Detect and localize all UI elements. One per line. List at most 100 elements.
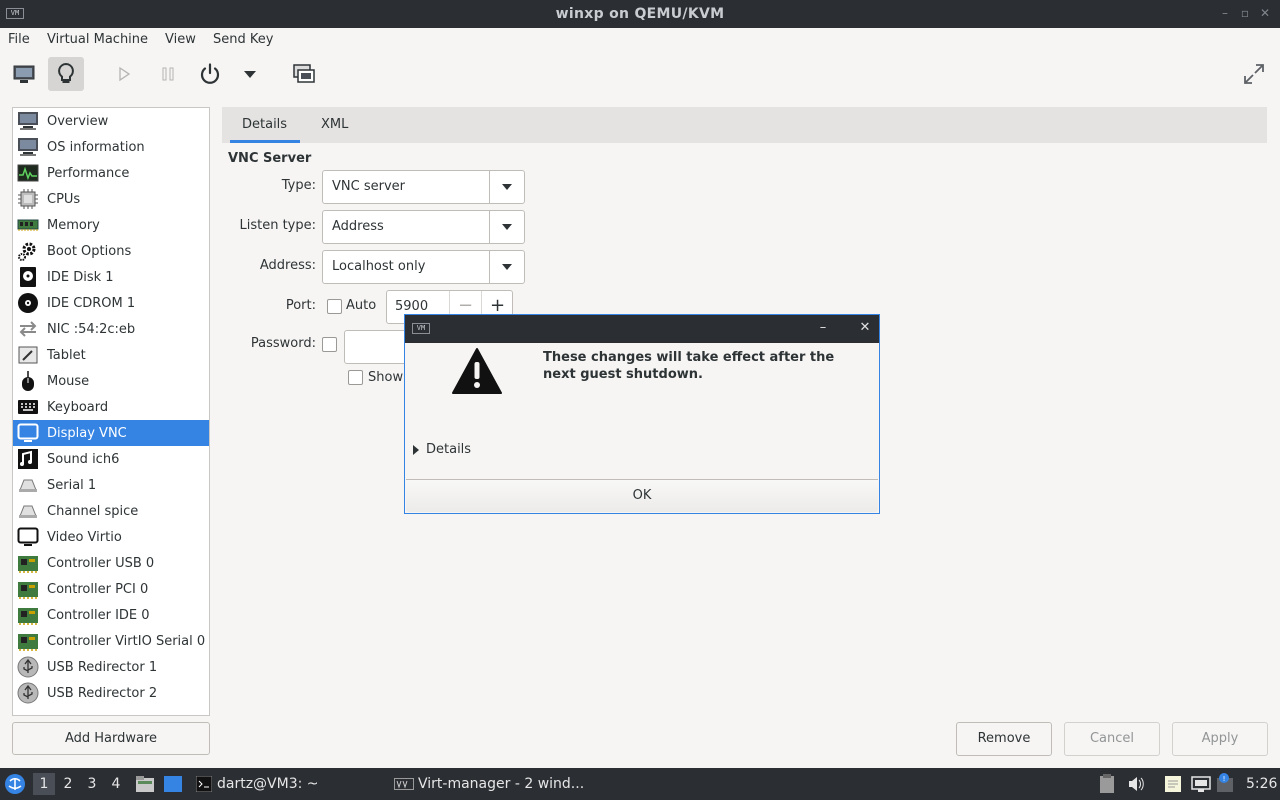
sidebar-item-controller-usb-0[interactable]: Controller USB 0 (13, 550, 209, 576)
toolbar (0, 52, 1280, 98)
fullscreen-button[interactable] (1236, 57, 1272, 91)
sidebar-item-label: Channel spice (47, 503, 139, 519)
run-button[interactable] (106, 57, 142, 91)
apply-button[interactable]: Apply (1172, 722, 1268, 756)
sidebar-item-usb-redirector-2[interactable]: USB Redirector 2 (13, 680, 209, 706)
menu-view[interactable]: View (165, 32, 196, 47)
sidebar-item-controller-ide-0[interactable]: Controller IDE 0 (13, 602, 209, 628)
show-password-checkbox[interactable] (348, 370, 363, 385)
sidebar-item-overview[interactable]: Overview (13, 108, 209, 134)
sidebar-item-channel-spice[interactable]: Channel spice (13, 498, 209, 524)
sidebar-item-sound-ich6[interactable]: Sound ich6 (13, 446, 209, 472)
memory-icon (16, 214, 40, 236)
workspace-1[interactable]: 1 (33, 773, 55, 795)
address-combo[interactable]: Localhost only (322, 250, 525, 284)
monitor-icon (13, 65, 35, 83)
gear-icon (16, 240, 40, 262)
keyboard-icon (16, 396, 40, 418)
listen-type-combo[interactable]: Address (322, 210, 525, 244)
updates-icon[interactable]: ! (1215, 772, 1235, 794)
network-status-icon[interactable] (1191, 775, 1211, 793)
dialog-close-button[interactable]: ✕ (857, 320, 873, 336)
sidebar-item-nic[interactable]: NIC :54:2c:eb (13, 316, 209, 342)
pause-button[interactable] (150, 57, 186, 91)
sidebar-item-keyboard[interactable]: Keyboard (13, 394, 209, 420)
network-icon (16, 318, 40, 340)
maximize-button[interactable]: ▫ (1238, 6, 1252, 20)
sidebar-item-label: OS information (47, 139, 145, 155)
file-manager-icon[interactable] (135, 775, 155, 793)
sidebar-item-label: Serial 1 (47, 477, 97, 493)
sidebar-item-os-information[interactable]: OS information (13, 134, 209, 160)
type-combo[interactable]: VNC server (322, 170, 525, 204)
sidebar-item-label: Overview (47, 113, 109, 129)
menu-bar: File Virtual Machine View Send Key (0, 28, 1280, 52)
port-auto-checkbox[interactable] (327, 299, 342, 314)
chevron-down-icon[interactable] (489, 171, 524, 203)
sidebar-item-tablet[interactable]: Tablet (13, 342, 209, 368)
sidebar-item-mouse[interactable]: Mouse (13, 368, 209, 394)
sidebar-item-label: Performance (47, 165, 130, 181)
menu-virtual-machine[interactable]: Virtual Machine (47, 32, 148, 47)
password-checkbox[interactable] (322, 337, 337, 352)
hardware-list: Overview OS information Performance CPUs… (12, 107, 210, 716)
workspace-3[interactable]: 3 (81, 773, 103, 795)
sidebar-item-usb-redirector-1[interactable]: USB Redirector 1 (13, 654, 209, 680)
sidebar-item-memory[interactable]: Memory (13, 212, 209, 238)
sidebar-item-boot-options[interactable]: Boot Options (13, 238, 209, 264)
clock: 5:26 (1246, 776, 1278, 792)
volume-icon[interactable] (1127, 775, 1145, 793)
port-label: Port: (285, 298, 316, 313)
clipboard-icon[interactable] (1099, 774, 1115, 794)
sidebar-item-video-virtio[interactable]: Video Virtio (13, 524, 209, 550)
workspace-2[interactable]: 2 (57, 773, 79, 795)
window-title: winxp on QEMU/KVM (555, 6, 725, 22)
monitor-icon (16, 110, 40, 132)
sidebar-item-ide-cdrom-1[interactable]: IDE CDROM 1 (13, 290, 209, 316)
mouse-icon (16, 370, 40, 392)
sidebar-item-display-vnc[interactable]: Display VNC (13, 420, 209, 446)
usb-icon (16, 656, 40, 678)
notes-icon[interactable] (1163, 774, 1183, 794)
menu-send-key[interactable]: Send Key (213, 32, 273, 47)
ok-button[interactable]: OK (406, 479, 878, 512)
chevron-down-icon[interactable] (489, 251, 524, 283)
minimize-button[interactable]: – (1218, 6, 1232, 20)
lightbulb-icon (58, 62, 74, 83)
address-label: Address: (259, 258, 316, 273)
workspace-4[interactable]: 4 (105, 773, 127, 795)
sidebar-item-ide-disk-1[interactable]: IDE Disk 1 (13, 264, 209, 290)
taskbar-terminal[interactable]: dartz@VM3: ~ (217, 776, 319, 792)
menu-file[interactable]: File (8, 32, 30, 47)
details-button[interactable] (48, 57, 84, 91)
console-button[interactable] (6, 57, 42, 91)
start-menu-icon[interactable] (4, 773, 26, 795)
power-menu-button[interactable] (232, 57, 268, 91)
desktop-icon[interactable] (163, 775, 183, 793)
tab-details[interactable]: Details (242, 117, 287, 132)
screenshot-button[interactable] (286, 57, 322, 91)
sidebar-item-controller-virtio-serial-0[interactable]: Controller VirtIO Serial 0 (13, 628, 209, 654)
cancel-button[interactable]: Cancel (1064, 722, 1160, 756)
sidebar-item-cpus[interactable]: CPUs (13, 186, 209, 212)
tab-xml[interactable]: XML (321, 117, 348, 132)
add-hardware-button[interactable]: Add Hardware (12, 722, 210, 755)
sidebar-item-controller-pci-0[interactable]: Controller PCI 0 (13, 576, 209, 602)
terminal-icon (196, 776, 212, 792)
sidebar-item-serial-1[interactable]: Serial 1 (13, 472, 209, 498)
remove-button[interactable]: Remove (956, 722, 1052, 756)
screenshot-icon (293, 64, 315, 83)
sidebar-item-label: IDE CDROM 1 (47, 295, 136, 311)
dialog-minimize-button[interactable]: – (815, 320, 831, 336)
power-button[interactable] (192, 57, 228, 91)
sidebar-item-performance[interactable]: Performance (13, 160, 209, 186)
tablet-icon (16, 344, 40, 366)
type-value: VNC server (332, 179, 405, 194)
taskbar-virt-manager[interactable]: Virt-manager - 2 wind... (418, 776, 584, 792)
dialog-message: These changes will take effect after the… (543, 350, 835, 382)
details-expander[interactable]: Details (411, 442, 471, 457)
close-button[interactable]: ✕ (1258, 6, 1272, 20)
show-password-label: Show (368, 370, 404, 385)
chevron-down-icon[interactable] (489, 211, 524, 243)
warning-icon (452, 348, 502, 394)
